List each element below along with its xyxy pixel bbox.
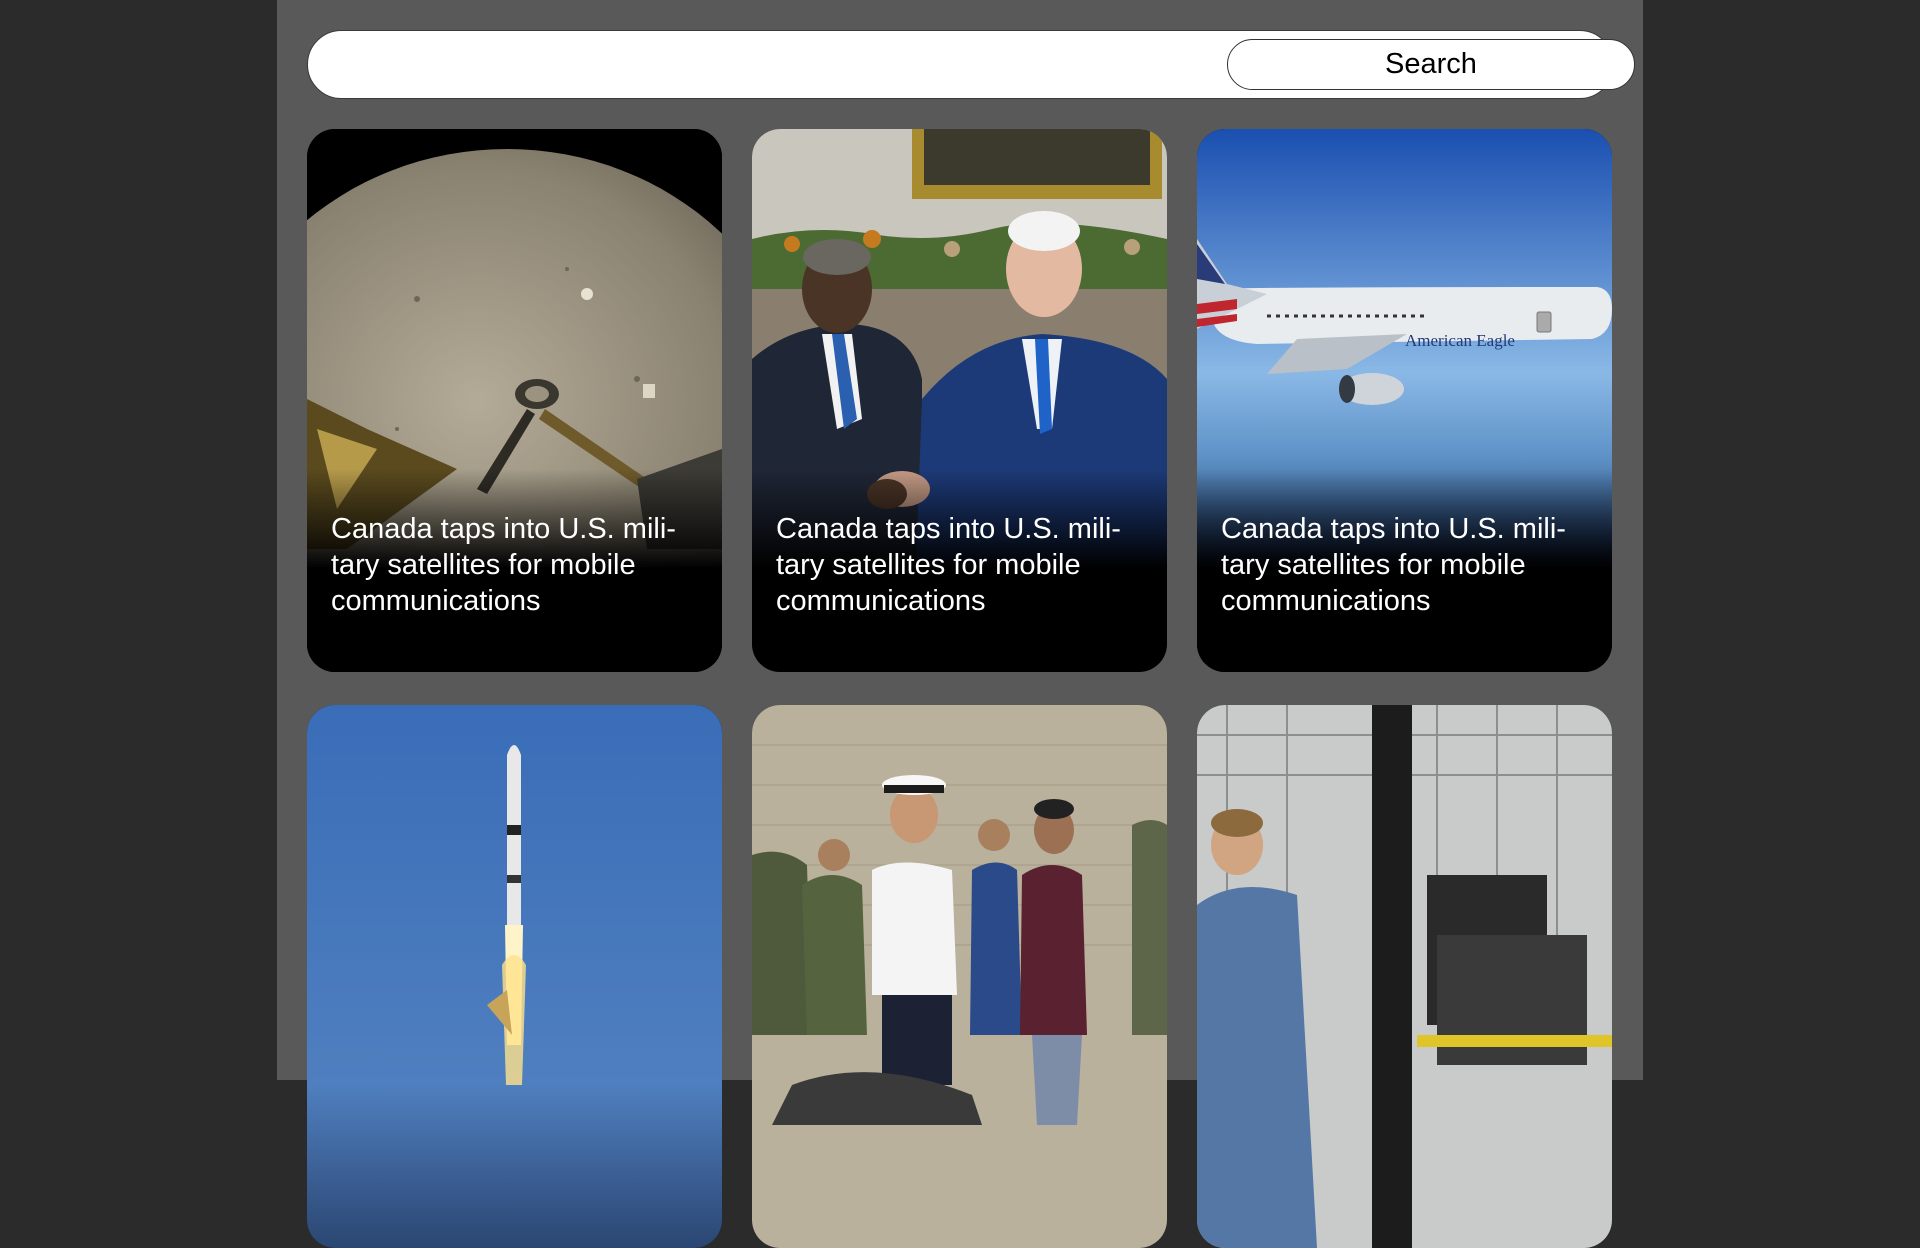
naval-officer-group-image: [752, 705, 1167, 1248]
article-title: Canada taps into U.S. mili-tary satellit…: [776, 513, 1121, 617]
rocket-launch-image: [307, 705, 722, 1248]
feed-panel: Search Canada taps into U.S. mili-tary s…: [277, 0, 1643, 1248]
article-card[interactable]: Canada taps into U.S. mili-tary satellit…: [307, 129, 722, 672]
article-title: Canada taps into U.S. mili-tary satellit…: [331, 513, 676, 617]
article-title: Canada taps into U.S. mili-tary satellit…: [1221, 513, 1566, 617]
factory-worker-image: [1197, 705, 1612, 1248]
search-input[interactable]: [328, 39, 1228, 91]
article-card[interactable]: [307, 705, 722, 1248]
article-card[interactable]: [752, 705, 1167, 1248]
search-button[interactable]: Search: [1227, 39, 1635, 90]
search-bar: Search: [307, 30, 1635, 99]
article-card[interactable]: [1197, 705, 1612, 1248]
article-card[interactable]: American Eagle Canada taps into U.S. mil…: [1197, 129, 1612, 672]
airline-livery-text: American Eagle: [1405, 331, 1515, 350]
article-card[interactable]: Canada taps into U.S. mili-tary satellit…: [752, 129, 1167, 672]
